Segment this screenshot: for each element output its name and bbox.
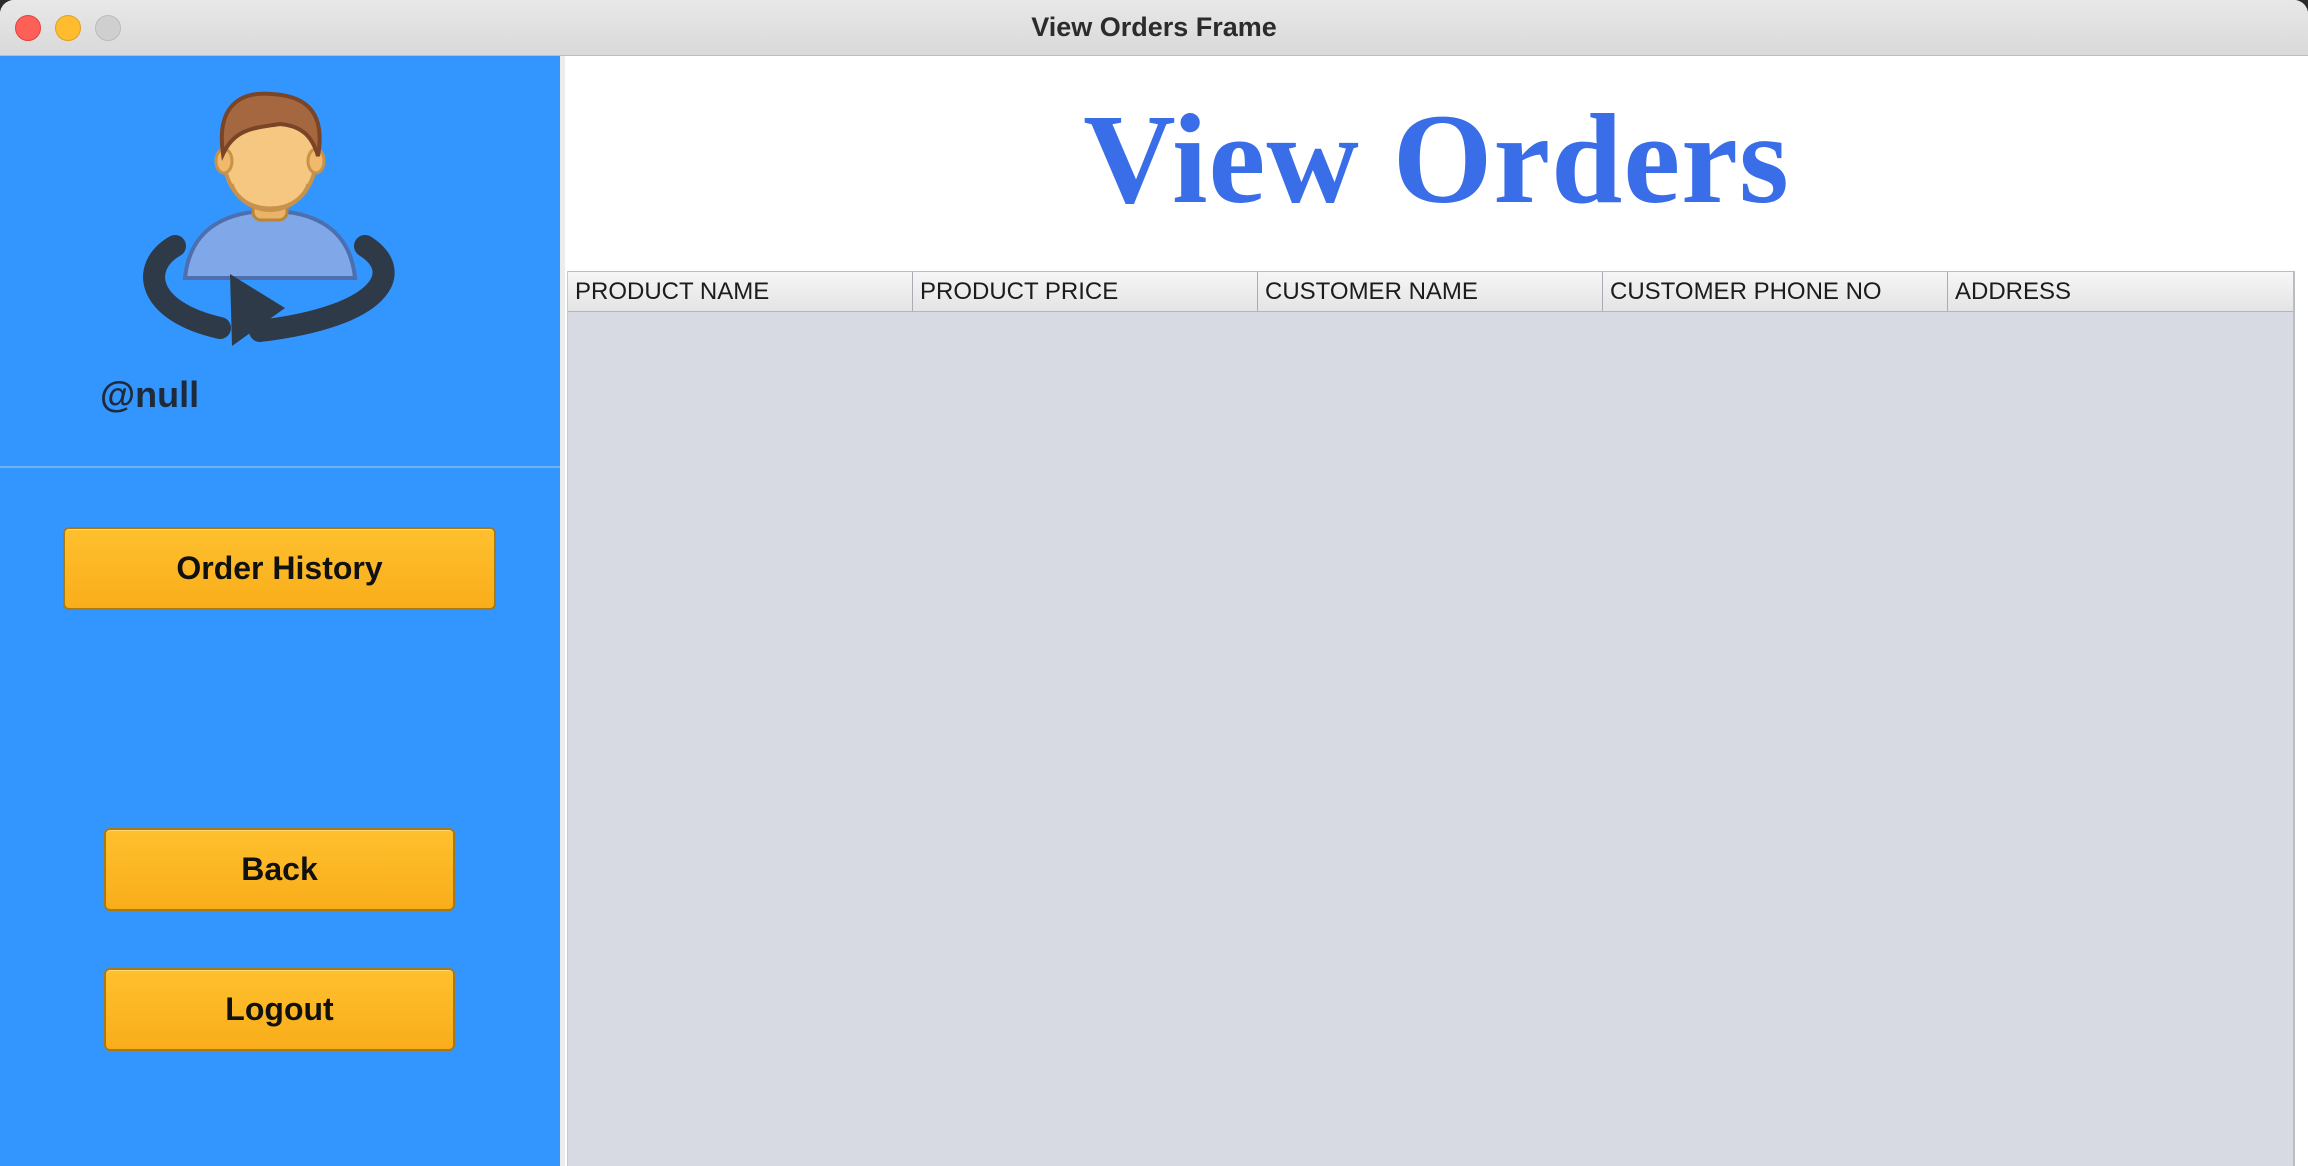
column-header-product-price[interactable]: PRODUCT PRICE — [913, 272, 1258, 311]
window-title: View Orders Frame — [1031, 12, 1277, 42]
order-history-button[interactable]: Order History — [63, 527, 496, 610]
column-header-customer-name[interactable]: CUSTOMER NAME — [1258, 272, 1603, 311]
column-header-address[interactable]: ADDRESS — [1948, 272, 2293, 311]
page-title: View Orders — [1083, 88, 1790, 230]
orders-table[interactable]: PRODUCT NAME PRODUCT PRICE CUSTOMER NAME… — [567, 271, 2295, 1166]
table-body[interactable] — [568, 312, 2293, 1166]
main-panel: View Orders PRODUCT NAME PRODUCT PRICE C… — [565, 56, 2308, 1166]
column-header-product-name[interactable]: PRODUCT NAME — [568, 272, 913, 311]
column-header-customer-phone[interactable]: CUSTOMER PHONE NO — [1603, 272, 1948, 311]
sidebar-divider — [0, 466, 560, 468]
app-window: View Orders Frame @null Order History Ba… — [0, 0, 2308, 1166]
sidebar: @null Order History Back Logout — [0, 56, 560, 1166]
username-label: @null — [100, 374, 200, 415]
logout-button[interactable]: Logout — [104, 968, 455, 1051]
title-bar[interactable]: View Orders Frame — [0, 0, 2308, 56]
user-refresh-icon — [143, 91, 395, 346]
back-button[interactable]: Back — [104, 828, 455, 911]
table-header: PRODUCT NAME PRODUCT PRICE CUSTOMER NAME… — [568, 271, 2293, 312]
